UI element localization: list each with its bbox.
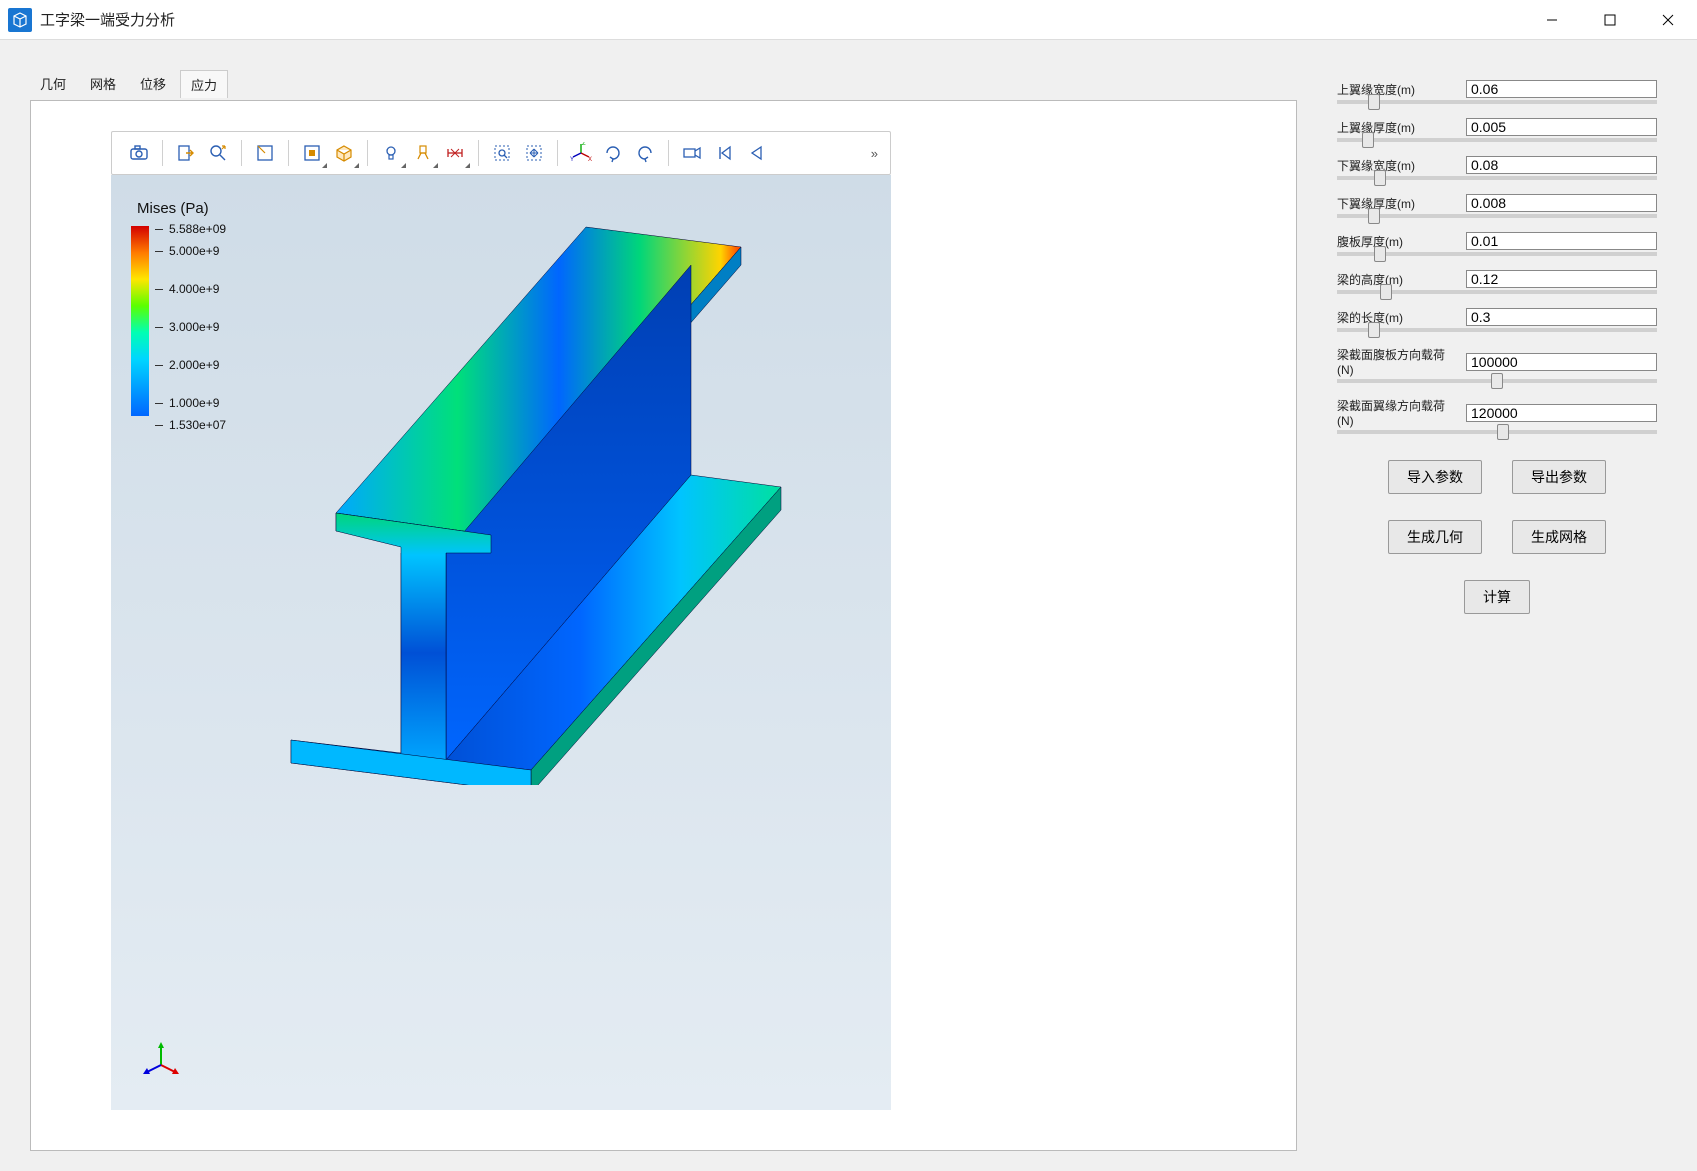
skip-start-icon[interactable] (709, 138, 739, 168)
export-params-button[interactable]: 导出参数 (1512, 460, 1606, 494)
fit-screen-icon[interactable] (297, 138, 327, 168)
parameter-panel: 上翼缘宽度(m) 上翼缘厚度(m) 下翼缘宽度(m) 下翼缘厚度(m) 腹板厚度(m) 梁… (1317, 40, 1697, 1171)
param-top_flange_width: 上翼缘宽度(m) (1337, 80, 1657, 104)
beam-visualization (111, 175, 891, 785)
compute-button[interactable]: 计算 (1464, 580, 1530, 614)
load_web-slider[interactable] (1337, 379, 1657, 383)
svg-text:X: X (588, 157, 592, 163)
param-bot_flange_thick: 下翼缘厚度(m) (1337, 194, 1657, 218)
param-beam_length: 梁的长度(m) (1337, 308, 1657, 332)
svg-text:Z: Z (582, 142, 586, 147)
close-button[interactable] (1639, 0, 1697, 40)
rotate-cw-icon[interactable] (598, 138, 628, 168)
camera-record-icon[interactable] (677, 138, 707, 168)
generate-geometry-button[interactable]: 生成几何 (1388, 520, 1482, 554)
axis-triad-icon (141, 1040, 181, 1080)
tab-mesh[interactable]: 网格 (80, 70, 126, 98)
beam_length-slider[interactable] (1337, 328, 1657, 332)
zoom-search-icon[interactable] (203, 138, 233, 168)
load_flange-input[interactable] (1466, 404, 1657, 422)
svg-text:Y: Y (570, 157, 574, 163)
window-title: 工字梁一端受力分析 (40, 9, 1523, 30)
rotate-ccw-icon[interactable] (630, 138, 660, 168)
bot_flange_width-slider[interactable] (1337, 176, 1657, 180)
param-beam_height: 梁的高度(m) (1337, 270, 1657, 294)
param-load_flange: 梁截面翼缘方向载荷(N) (1337, 397, 1657, 434)
top_flange_thick-slider[interactable] (1337, 138, 1657, 142)
maximize-button[interactable] (1581, 0, 1639, 40)
dimension-icon[interactable] (440, 138, 470, 168)
select-box-icon[interactable] (250, 138, 280, 168)
light-icon[interactable] (376, 138, 406, 168)
param-bot_flange_width: 下翼缘宽度(m) (1337, 156, 1657, 180)
tab-stress[interactable]: 应力 (180, 70, 228, 98)
param-top_flange_thick: 上翼缘厚度(m) (1337, 118, 1657, 142)
param-web_thick: 腹板厚度(m) (1337, 232, 1657, 256)
zoom-window-icon[interactable] (487, 138, 517, 168)
tab-geometry[interactable]: 几何 (30, 70, 76, 98)
import-params-button[interactable]: 导入参数 (1388, 460, 1482, 494)
isometric-view-icon[interactable] (329, 138, 359, 168)
tab-displacement[interactable]: 位移 (130, 70, 176, 98)
view-frame: Z X Y » Mises (Pa) 5.588e+095.000e+94.000e… (30, 100, 1297, 1151)
minimize-button[interactable] (1523, 0, 1581, 40)
app-icon (8, 8, 32, 32)
play-reverse-icon[interactable] (741, 138, 771, 168)
brush-icon[interactable] (408, 138, 438, 168)
param-load_web: 梁截面腹板方向载荷(N) (1337, 346, 1657, 383)
export-icon[interactable] (171, 138, 201, 168)
web_thick-slider[interactable] (1337, 252, 1657, 256)
titlebar: 工字梁一端受力分析 (0, 0, 1697, 40)
top_flange_width-slider[interactable] (1337, 100, 1657, 104)
camera-icon[interactable] (124, 138, 154, 168)
axes-xyz-icon[interactable]: Z X Y (566, 138, 596, 168)
beam_height-slider[interactable] (1337, 290, 1657, 294)
view-tabs: 几何 网格 位移 应力 (30, 70, 1297, 98)
load_flange-slider[interactable] (1337, 430, 1657, 434)
viewer-toolbar: Z X Y » (111, 131, 891, 175)
toolbar-more-icon[interactable]: » (871, 146, 878, 161)
load_web-input[interactable] (1466, 353, 1657, 371)
generate-mesh-button[interactable]: 生成网格 (1512, 520, 1606, 554)
3d-viewport[interactable]: Mises (Pa) 5.588e+095.000e+94.000e+93.00… (111, 175, 891, 1110)
bot_flange_thick-slider[interactable] (1337, 214, 1657, 218)
pan-all-icon[interactable] (519, 138, 549, 168)
